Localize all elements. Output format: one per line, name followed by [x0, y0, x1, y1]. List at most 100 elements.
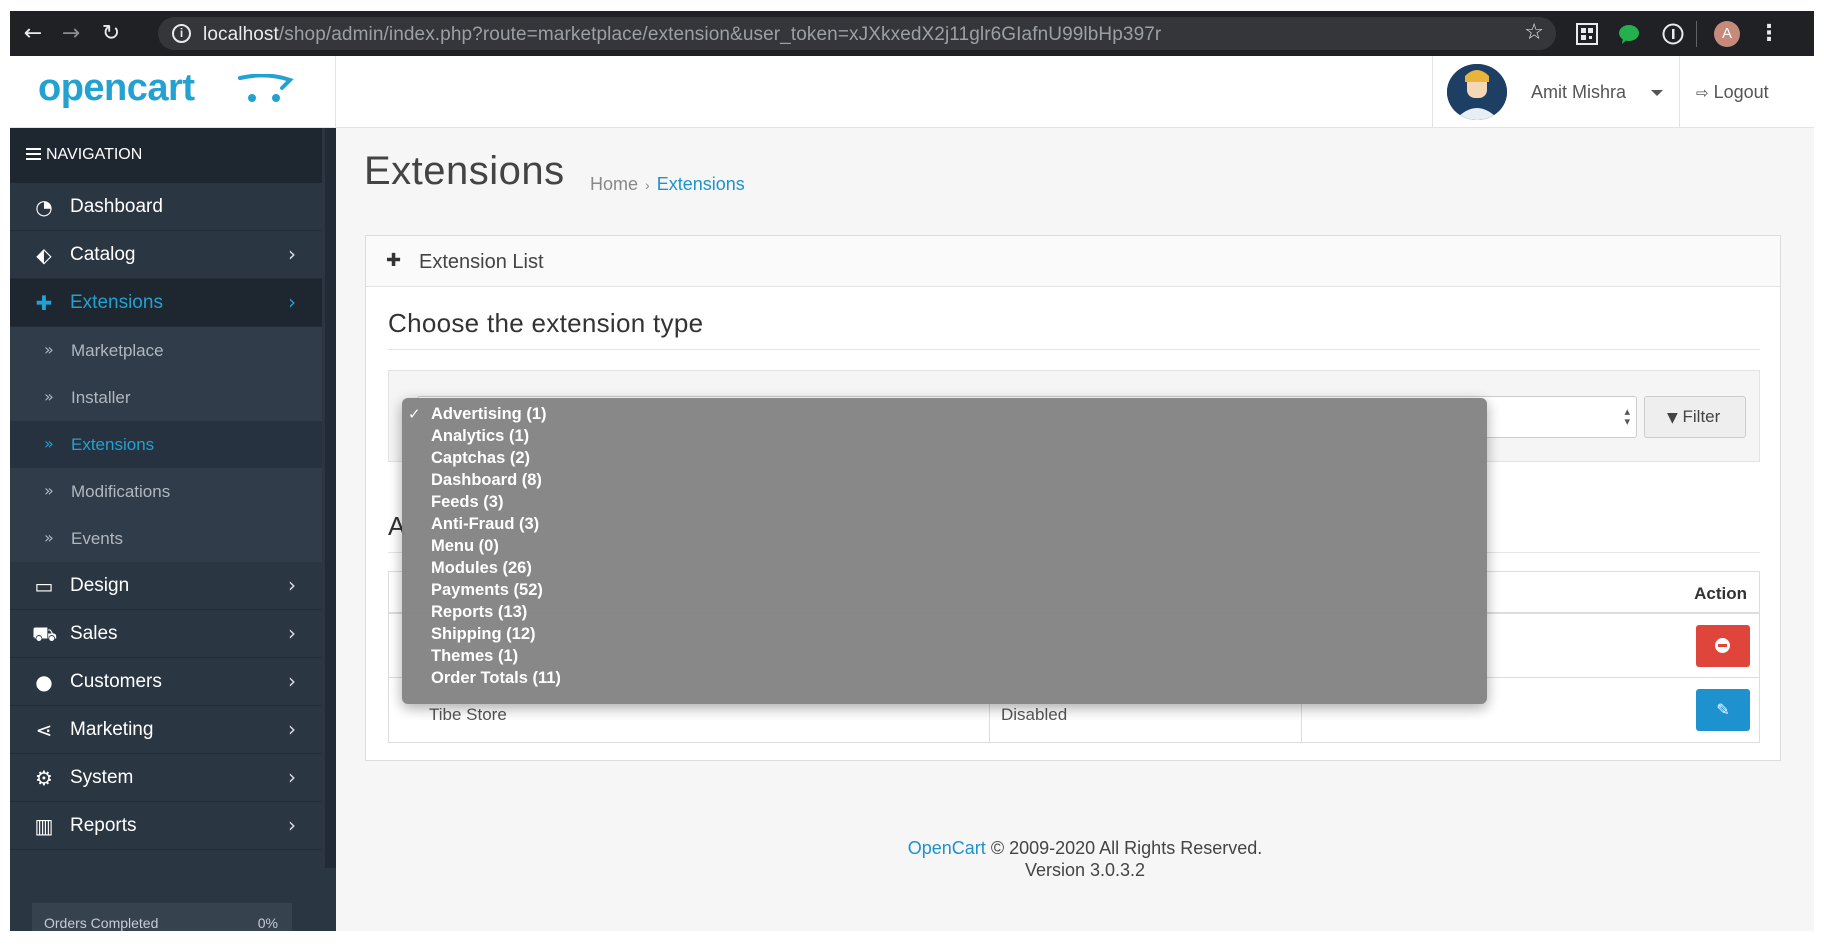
user-name[interactable]: Amit Mishra: [1531, 82, 1626, 103]
sidebar-item-label: Sales: [70, 623, 118, 644]
chevron-right-icon: ›: [288, 242, 296, 266]
navigation-header[interactable]: NAVIGATION: [10, 128, 322, 183]
dropdown-option-analytics[interactable]: Analytics (1): [402, 425, 1487, 447]
hamburger-icon: [26, 148, 41, 160]
logo-area[interactable]: opencart: [10, 56, 336, 128]
cart-logo-icon: [238, 74, 294, 102]
profile-avatar[interactable]: A: [1714, 21, 1740, 47]
sidebar-subitem-extensions[interactable]: » Extensions: [10, 421, 322, 468]
url-text[interactable]: localhost/shop/admin/index.php?route=mar…: [203, 24, 1161, 46]
reload-icon[interactable]: ↻: [98, 21, 124, 47]
password-extension-icon[interactable]: [1662, 23, 1684, 45]
double-chevron-icon: »: [44, 434, 54, 453]
divider: [388, 349, 1760, 350]
logout-icon: ⇨: [1696, 84, 1709, 102]
logout-link[interactable]: ⇨ Logout: [1696, 82, 1769, 103]
opencart-logo[interactable]: opencart: [38, 67, 195, 110]
option-label: Modules (26): [431, 559, 532, 577]
forward-arrow-icon[interactable]: →: [58, 21, 84, 47]
url-host: localhost: [203, 24, 279, 45]
app-header: opencart Amit Mishra ⇨ Logout: [10, 56, 1814, 128]
info-icon[interactable]: i: [172, 24, 191, 43]
chevron-right-icon: ›: [288, 621, 296, 645]
user-menu[interactable]: Amit Mishra: [1432, 56, 1680, 128]
qr-code-icon[interactable]: [1576, 23, 1598, 45]
dashboard-icon: ◔: [35, 195, 53, 219]
chevron-right-icon: ›: [288, 290, 296, 314]
dropdown-option-captchas[interactable]: Captchas (2): [402, 447, 1487, 469]
breadcrumb-current[interactable]: Extensions: [657, 174, 745, 194]
sidebar-subitem-modifications[interactable]: » Modifications: [10, 468, 322, 515]
sidebar-item-system[interactable]: ⚙ System ›: [10, 754, 322, 802]
footer-brand-link[interactable]: OpenCart: [908, 838, 986, 858]
sidebar-subitem-installer[interactable]: » Installer: [10, 374, 322, 421]
sidebar-item-dashboard[interactable]: ◔ Dashboard: [10, 183, 322, 231]
sidebar-item-label: Dashboard: [70, 196, 163, 217]
dropdown-option-advertising[interactable]: ✓ Advertising (1): [402, 403, 1487, 425]
browser-window: ← → ↻ i localhost/shop/admin/index.php?r…: [10, 11, 1814, 931]
dropdown-option-order-totals[interactable]: Order Totals (11): [402, 667, 1487, 689]
sidebar-item-label: Design: [70, 575, 130, 596]
sidebar-subitem-events[interactable]: » Events: [10, 515, 322, 562]
dropdown-option-payments[interactable]: Payments (52): [402, 579, 1487, 601]
footer-version: Version 3.0.3.2: [1024, 860, 1146, 880]
breadcrumb: Home › Extensions: [590, 174, 745, 195]
extension-name: Tibe Store: [429, 705, 507, 724]
dropdown-option-dashboard[interactable]: Dashboard (8): [402, 469, 1487, 491]
progress-label: Orders Completed: [44, 915, 159, 931]
sidebar-scrollbar[interactable]: [325, 128, 336, 868]
chevron-right-icon: ›: [288, 813, 296, 837]
sidebar-subitem-label: Modifications: [71, 482, 171, 501]
double-chevron-icon: »: [44, 528, 54, 547]
option-label: Themes (1): [431, 647, 519, 665]
dropdown-option-modules[interactable]: Modules (26): [402, 557, 1487, 579]
edit-button[interactable]: ✎: [1696, 689, 1750, 731]
dropdown-option-menu[interactable]: Menu (0): [402, 535, 1487, 557]
extension-status: Disabled: [1001, 705, 1068, 724]
chevron-down-icon[interactable]: [1651, 90, 1663, 96]
chevron-right-icon: ›: [288, 765, 296, 789]
column-header-action: Action: [1694, 584, 1747, 603]
sidebar-item-customers[interactable]: ● Customers ›: [10, 658, 322, 706]
sidebar-item-catalog[interactable]: ⬖ Catalog ›: [10, 231, 322, 279]
option-label: Reports (13): [431, 603, 528, 621]
puzzle-icon: ✚: [386, 250, 402, 271]
sidebar-subitem-marketplace[interactable]: » Marketplace: [10, 327, 322, 374]
chat-extension-icon[interactable]: [1618, 23, 1640, 45]
double-chevron-icon: »: [44, 340, 54, 359]
user-icon: ●: [35, 670, 53, 694]
chevron-right-icon: ›: [288, 717, 296, 741]
sidebar-item-label: Marketing: [70, 719, 154, 740]
sidebar-item-marketing[interactable]: ⋖ Marketing ›: [10, 706, 322, 754]
dropdown-option-feeds[interactable]: Feeds (3): [402, 491, 1487, 513]
sidebar-item-extensions[interactable]: ✚ Extensions ›: [10, 279, 322, 327]
dropdown-option-anti-fraud[interactable]: Anti-Fraud (3): [402, 513, 1487, 535]
cart-icon: ⛟: [32, 622, 58, 646]
dropdown-option-shipping[interactable]: Shipping (12): [402, 623, 1487, 645]
option-label: Shipping (12): [431, 625, 536, 643]
page-title: Extensions: [364, 149, 565, 193]
option-label: Analytics (1): [431, 427, 530, 445]
uninstall-button[interactable]: [1696, 625, 1750, 667]
chevron-right-icon: ›: [288, 669, 296, 693]
dropdown-option-themes[interactable]: Themes (1): [402, 645, 1487, 667]
sidebar-item-design[interactable]: ▭ Design ›: [10, 562, 322, 610]
panel-heading-label: Extension List: [419, 251, 544, 273]
option-label: Anti-Fraud (3): [431, 515, 540, 533]
filter-button[interactable]: ▼ Filter: [1644, 396, 1746, 438]
option-label: Dashboard (8): [431, 471, 542, 489]
breadcrumb-home[interactable]: Home: [590, 174, 638, 194]
double-chevron-icon: »: [44, 387, 54, 406]
dropdown-option-reports[interactable]: Reports (13): [402, 601, 1487, 623]
back-arrow-icon[interactable]: ←: [20, 21, 46, 47]
user-avatar[interactable]: [1447, 64, 1507, 120]
extension-type-dropdown[interactable]: ✓ Advertising (1) Analytics (1) Captchas …: [402, 398, 1487, 704]
more-menu-icon[interactable]: ⋮: [1756, 21, 1782, 47]
sidebar-item-label: Reports: [70, 815, 137, 836]
address-bar[interactable]: i localhost/shop/admin/index.php?route=m…: [158, 17, 1556, 50]
chevron-right-icon: ›: [288, 573, 296, 597]
sidebar-item-sales[interactable]: ⛟ Sales ›: [10, 610, 322, 658]
sidebar-item-label: Catalog: [70, 244, 136, 265]
option-label: Order Totals (11): [431, 669, 561, 687]
bookmark-star-icon[interactable]: ☆: [1524, 20, 1544, 45]
